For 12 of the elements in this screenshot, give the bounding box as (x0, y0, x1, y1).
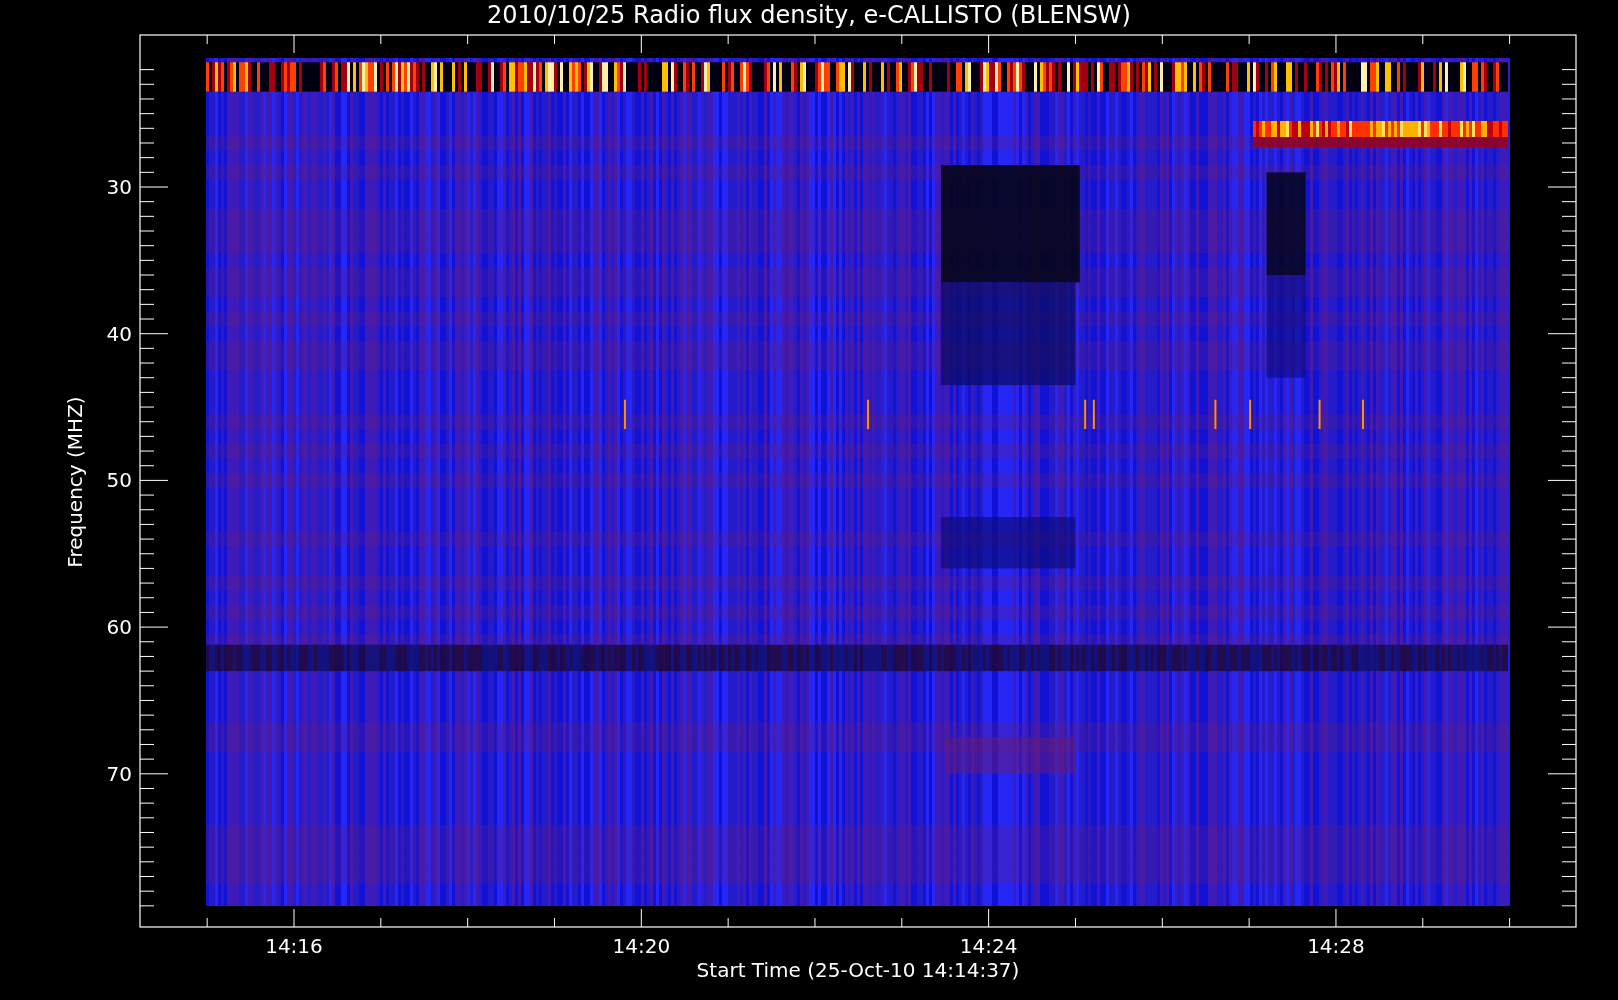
x-tick-label: 14:24 (959, 934, 1018, 958)
y-tick-label: 30 (106, 175, 132, 199)
y-axis-label: Frequency (MHZ) (63, 396, 87, 568)
y-tick-label: 70 (106, 761, 132, 786)
y-tick-label: 50 (106, 468, 132, 493)
chart-title: 2010/10/25 Radio flux density, e-CALLISTO (BLENSW) (487, 0, 1131, 30)
x-tick-label: 14:16 (265, 934, 323, 958)
y-tick-label: 60 (106, 615, 132, 640)
x-tick-label: 14:28 (1307, 934, 1365, 958)
x-tick-label: 14:20 (612, 934, 671, 958)
y-tick-label: 40 (106, 321, 132, 346)
x-axis-label: Start Time (25-Oct-10 14:14:37) (696, 958, 1020, 982)
